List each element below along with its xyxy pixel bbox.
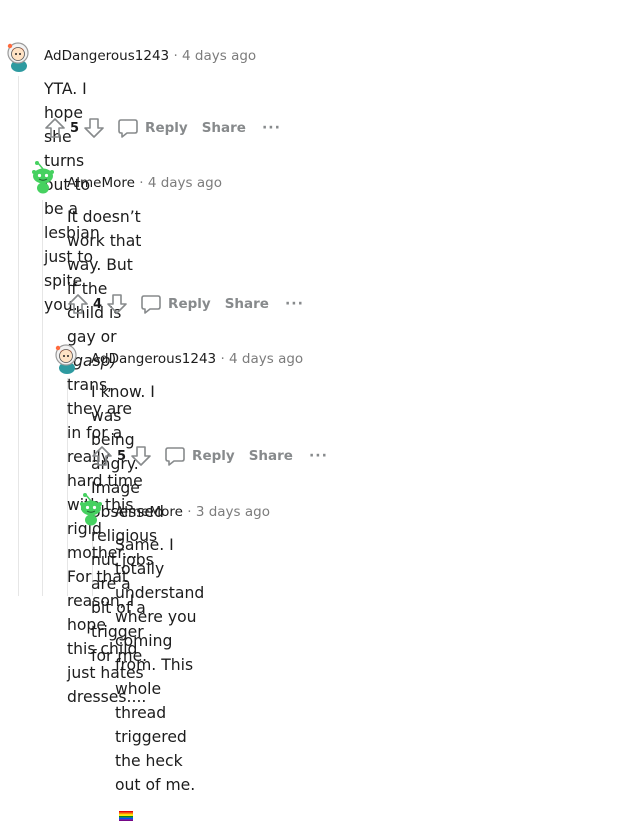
comment-actions: 4 Reply Share ···	[67, 292, 304, 316]
comment-meta: AdDangerous1243 · 4 days ago	[91, 351, 303, 367]
comment-bubble-icon	[164, 445, 186, 467]
author-name[interactable]: AdDangerous1243	[44, 48, 169, 64]
comment-meta: AdDangerous1243 · 4 days ago	[44, 48, 256, 64]
avatar[interactable]	[26, 160, 60, 194]
downvote-icon[interactable]	[83, 117, 105, 139]
timestamp[interactable]: 4 days ago	[229, 351, 303, 367]
snoo-green-avatar-icon	[32, 161, 54, 194]
reply-label: Reply	[168, 296, 211, 312]
more-options-button[interactable]: ···	[262, 120, 281, 136]
reply-button[interactable]: Reply	[117, 117, 188, 139]
avatar[interactable]	[2, 38, 36, 72]
snoo-astronaut-avatar-icon	[7, 42, 29, 72]
comment-body: Same. I totally understand where you com…	[115, 533, 204, 821]
meta-separator: ·	[173, 48, 178, 64]
comment-text-line: Same. I totally understand where you com…	[115, 536, 205, 698]
share-button[interactable]: Share	[225, 296, 269, 312]
downvote-icon[interactable]	[130, 445, 152, 467]
author-name[interactable]: AlmeMore	[115, 504, 183, 520]
avatar[interactable]	[74, 492, 108, 526]
comment-bubble-icon	[117, 117, 139, 139]
rainbow-flag-icon	[119, 804, 133, 821]
timestamp[interactable]: 4 days ago	[148, 175, 222, 191]
reply-label: Reply	[192, 448, 235, 464]
more-options-button[interactable]: ···	[309, 448, 328, 464]
text-segment: thread triggered the heck out of me.	[115, 704, 196, 794]
avatar[interactable]	[50, 340, 84, 374]
meta-separator: ·	[139, 175, 144, 191]
comment-text-line: thread triggered the heck out of me.	[115, 701, 204, 821]
thread-line-2[interactable]	[42, 200, 43, 596]
vote-count: 5	[117, 448, 127, 464]
snoo-green-avatar-icon	[80, 493, 102, 526]
share-button[interactable]: Share	[249, 448, 293, 464]
meta-separator: ·	[187, 504, 192, 520]
vote-count: 5	[70, 120, 80, 136]
comment-bubble-icon	[140, 293, 162, 315]
share-button[interactable]: Share	[202, 120, 246, 136]
text-segment: It doesn’t work that way. But if the chi…	[67, 208, 142, 346]
reply-label: Reply	[145, 120, 188, 136]
upvote-icon[interactable]	[91, 445, 113, 467]
reply-button[interactable]: Reply	[164, 445, 235, 467]
reply-button[interactable]: Reply	[140, 293, 211, 315]
meta-separator: ·	[220, 351, 225, 367]
more-options-button[interactable]: ···	[285, 296, 304, 312]
timestamp[interactable]: 3 days ago	[196, 504, 270, 520]
thread-line-1[interactable]	[18, 76, 19, 596]
comment-meta: AlmeMore · 4 days ago	[67, 175, 222, 191]
vote-count: 4	[93, 296, 103, 312]
author-name[interactable]: AlmeMore	[67, 175, 135, 191]
comment-actions: 5 Reply Share ···	[44, 116, 281, 140]
upvote-icon[interactable]	[44, 117, 66, 139]
upvote-icon[interactable]	[67, 293, 89, 315]
comment-meta: AlmeMore · 3 days ago	[115, 504, 270, 520]
downvote-icon[interactable]	[106, 293, 128, 315]
timestamp[interactable]: 4 days ago	[182, 48, 256, 64]
author-name[interactable]: AdDangerous1243	[91, 351, 216, 367]
snoo-astronaut-avatar-icon	[55, 344, 77, 374]
comment-actions: 5 Reply Share ···	[91, 444, 328, 468]
